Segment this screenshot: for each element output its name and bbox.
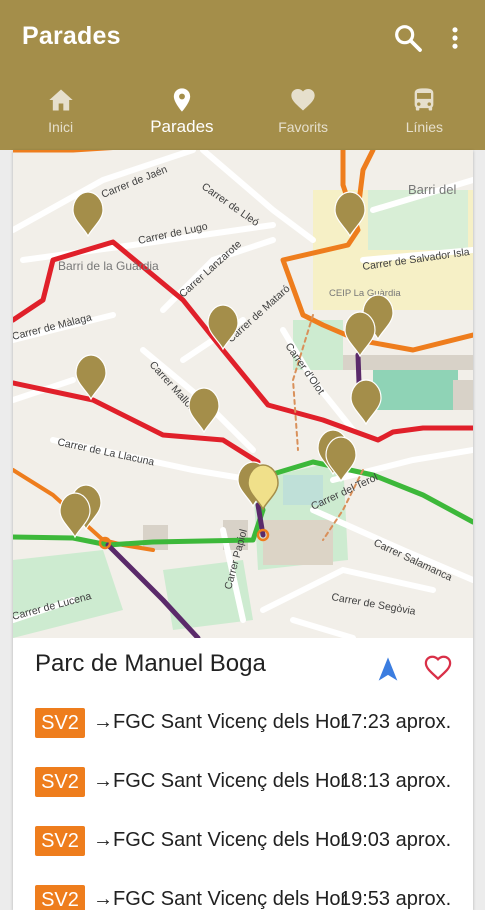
heart-icon <box>291 89 315 111</box>
departure-row[interactable]: SV2 →FGC Sant Vicenç dels Horts 19:53 ap… <box>35 885 465 910</box>
app-title: Parades <box>22 22 121 50</box>
line-badge: SV2 <box>35 826 85 856</box>
heart-outline-icon[interactable] <box>423 653 453 683</box>
search-icon[interactable] <box>392 22 424 54</box>
street-label: Carrer de Lleó <box>199 181 261 229</box>
street-label: Carrer Lanzarote <box>177 238 244 300</box>
departure-time: 19:53 aprox. <box>340 888 452 910</box>
tab-parades[interactable]: Parades <box>121 78 242 150</box>
arrow-icon: → <box>93 711 113 733</box>
building <box>143 525 168 550</box>
line-badge: SV2 <box>35 885 85 910</box>
stop-marker[interactable] <box>188 387 220 434</box>
stop-marker[interactable] <box>72 191 104 238</box>
departure-time: 19:03 aprox. <box>340 829 452 851</box>
street-label: CEIP La Guàrdia <box>329 288 401 299</box>
departure-destination: →FGC Sant Vicenç dels Horts <box>93 829 345 852</box>
tab-label: Favorits <box>278 119 329 135</box>
departure-row[interactable]: SV2 →FGC Sant Vicenç dels Horts 18:13 ap… <box>35 767 465 797</box>
sports-field <box>373 365 458 410</box>
departure-row[interactable]: SV2 →FGC Sant Vicenç dels Horts 17:23 ap… <box>35 708 465 738</box>
destination-text: FGC Sant Vicenç dels Horts <box>113 770 345 792</box>
more-vert-icon[interactable] <box>441 22 469 54</box>
departure-row[interactable]: SV2 →FGC Sant Vicenç dels Horts 19:03 ap… <box>35 826 465 856</box>
route-red <box>13 380 261 465</box>
departure-destination: →FGC Sant Vicenç dels Horts <box>93 888 345 910</box>
stop-name: Parc de Manuel Boga <box>35 650 266 677</box>
map-view[interactable]: Carrer de Jaén Carrer de Lleó Carrer de … <box>13 150 473 641</box>
street-label: Carrer de Segòvia <box>330 591 416 618</box>
tab-bar: Inici Parades Favorits Línies <box>0 78 485 150</box>
street-label: Carrer de Màlaga <box>13 311 93 342</box>
tab-inici[interactable]: Inici <box>0 78 121 150</box>
tab-label: Inici <box>48 119 74 135</box>
location-pin-icon <box>173 88 191 112</box>
departure-time: 17:23 aprox. <box>340 711 452 733</box>
destination-text: FGC Sant Vicenç dels Horts <box>113 888 345 910</box>
destination-text: FGC Sant Vicenç dels Horts <box>113 711 345 733</box>
tab-linies[interactable]: Línies <box>364 78 485 150</box>
building <box>453 380 473 410</box>
arrow-icon: → <box>93 770 113 792</box>
line-badge: SV2 <box>35 767 85 797</box>
stop-card: Carrer de Jaén Carrer de Lleó Carrer de … <box>13 150 473 910</box>
street-label: Barri de la Guàrdia <box>58 259 159 273</box>
departure-time: 18:13 aprox. <box>340 770 452 792</box>
app-bar: Parades Inici Parades Favorits Línies <box>0 0 485 150</box>
tab-label: Línies <box>405 119 444 135</box>
tab-favorits[interactable]: Favorits <box>243 78 364 150</box>
tab-label: Parades <box>150 117 214 136</box>
stop-marker[interactable] <box>350 379 382 426</box>
street-label: Carrer de La Llacuna <box>56 436 155 468</box>
line-badge: SV2 <box>35 708 85 738</box>
departure-destination: →FGC Sant Vicenç dels Horts <box>93 711 345 734</box>
home-icon <box>48 89 73 111</box>
building <box>263 520 333 565</box>
bus-icon <box>415 88 434 111</box>
street-label: Barri del <box>408 182 457 197</box>
street-label: Carrer de Lugo <box>137 220 209 246</box>
building <box>343 355 473 370</box>
arrow-icon: → <box>93 829 113 851</box>
destination-text: FGC Sant Vicenç dels Horts <box>113 829 345 851</box>
park-area <box>13 550 123 638</box>
departure-destination: →FGC Sant Vicenç dels Horts <box>93 770 345 793</box>
stop-marker[interactable] <box>344 311 376 358</box>
stop-marker[interactable] <box>59 492 91 539</box>
navigation-arrow-icon[interactable] <box>374 655 402 683</box>
stop-marker[interactable] <box>75 354 107 401</box>
arrow-icon: → <box>93 888 113 910</box>
map-canvas[interactable]: Carrer de Jaén Carrer de Lleó Carrer de … <box>13 150 473 641</box>
